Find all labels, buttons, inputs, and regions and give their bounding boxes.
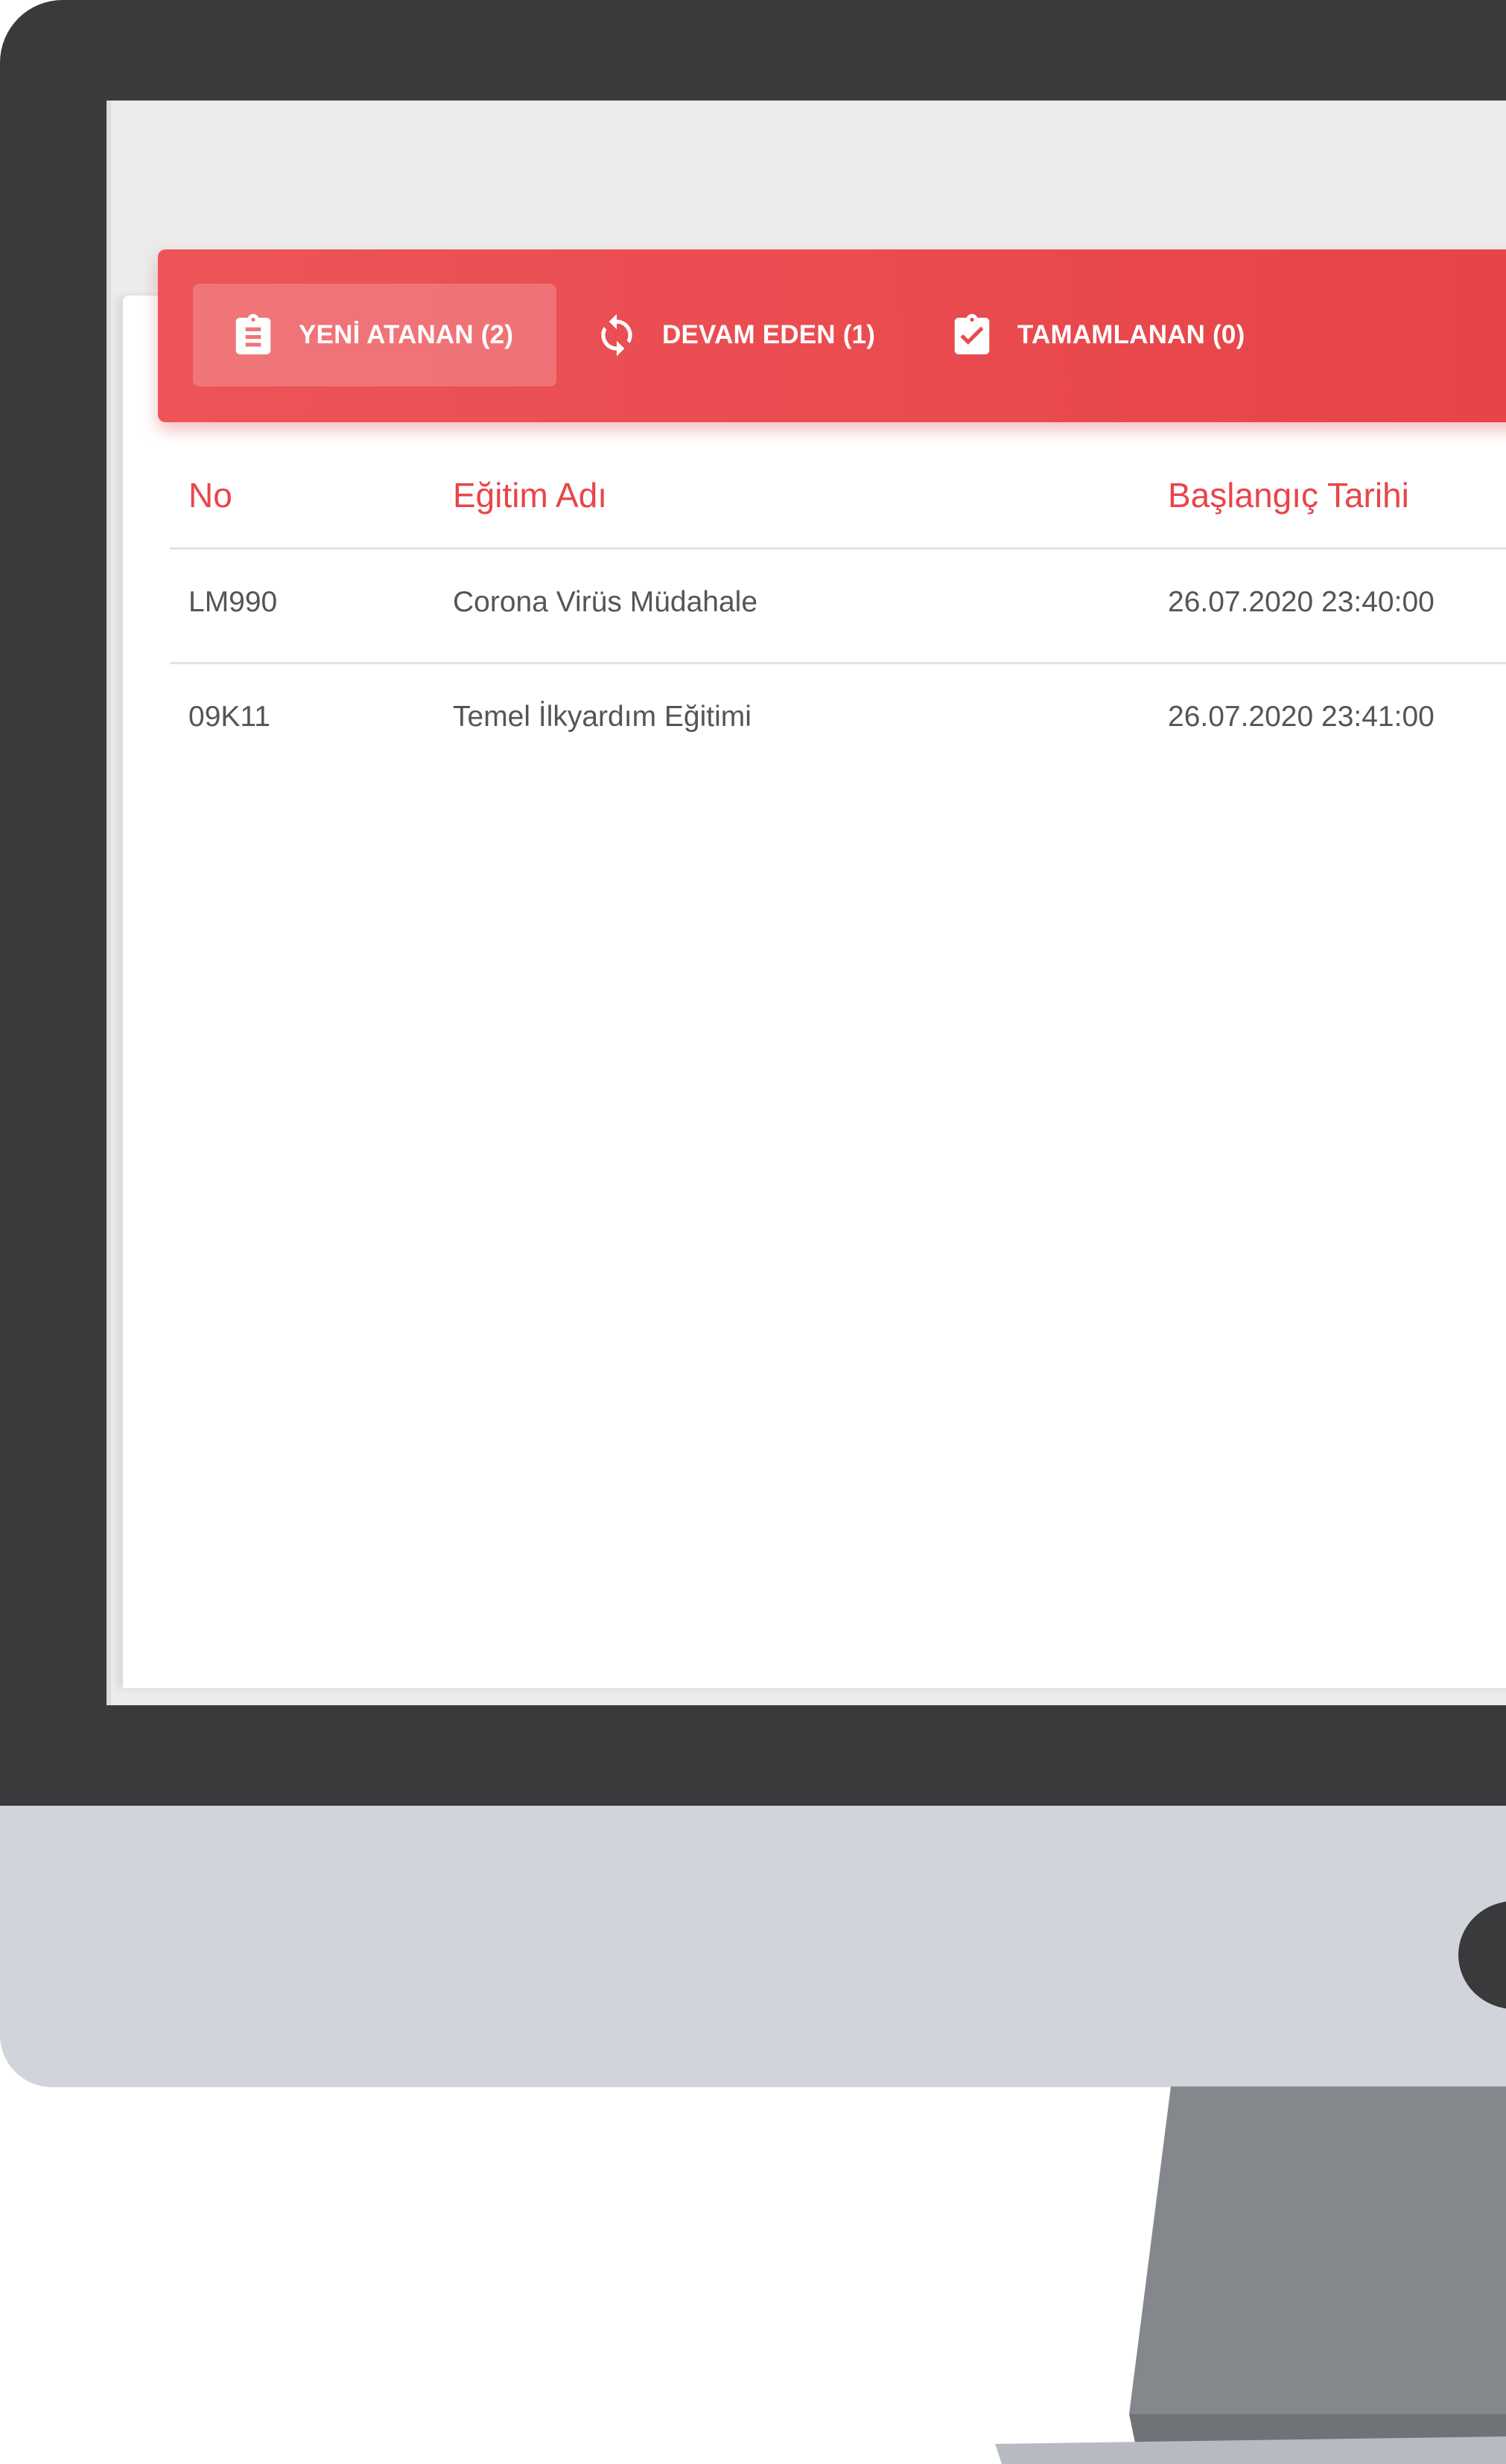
tab-label: YENİ ATANAN (2) <box>299 320 514 349</box>
clipboard-check-icon <box>949 312 995 358</box>
column-header-start-date[interactable]: Başlangıç Tarihi <box>1168 475 1409 515</box>
tab-label: TAMAMLANAN (0) <box>1017 320 1245 349</box>
monitor-chin <box>0 1806 1506 2087</box>
header-divider <box>170 547 1506 550</box>
monitor-stand <box>995 2086 1506 2464</box>
cell-training-name: Temel İlkyardım Eğitimi <box>453 701 752 733</box>
screen-edge <box>107 101 111 1705</box>
tab-in-progress[interactable]: DEVAM EDEN (1) <box>594 284 875 386</box>
column-header-no[interactable]: No <box>188 475 232 515</box>
cell-start-date: 26.07.2020 23:40:00 <box>1168 586 1434 618</box>
screen: YENİ ATANAN (2) DEVAM EDEN (1) TAMAMLANA… <box>107 101 1506 1705</box>
row-divider <box>170 662 1506 664</box>
cell-no: 09K11 <box>188 701 270 733</box>
tab-label: DEVAM EDEN (1) <box>662 320 876 349</box>
monitor-mockup: YENİ ATANAN (2) DEVAM EDEN (1) TAMAMLANA… <box>0 0 1506 2464</box>
tab-completed[interactable]: TAMAMLANAN (0) <box>949 284 1245 386</box>
cell-training-name: Corona Virüs Müdahale <box>453 586 758 618</box>
tab-bar: YENİ ATANAN (2) DEVAM EDEN (1) TAMAMLANA… <box>158 249 1506 422</box>
tab-new-assigned[interactable]: YENİ ATANAN (2) <box>193 284 556 386</box>
cell-start-date: 26.07.2020 23:41:00 <box>1168 701 1434 733</box>
clipboard-list-icon <box>230 312 276 358</box>
column-header-training-name[interactable]: Eğitim Adı <box>453 475 607 515</box>
cell-no: LM990 <box>188 586 278 618</box>
sync-icon <box>594 312 640 358</box>
